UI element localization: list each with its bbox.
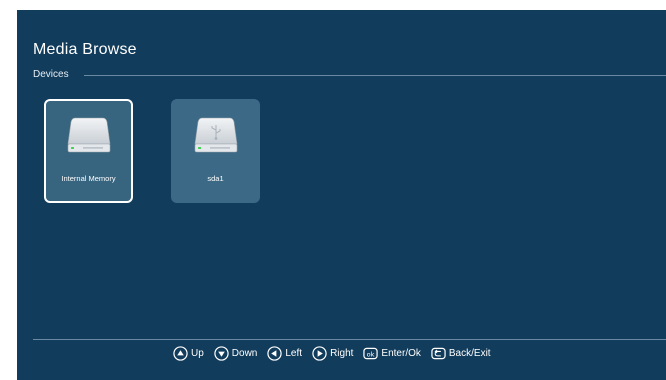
hint-left: Left [267, 345, 303, 361]
down-arrow-icon [214, 345, 229, 361]
device-tile-sda1[interactable]: sda1 [171, 99, 260, 203]
hint-right-label: Right [330, 347, 354, 359]
hint-ok: ok Enter/Ok [363, 346, 421, 361]
devices-section-label: Devices [33, 69, 69, 80]
page-title: Media Browse [33, 41, 137, 58]
hard-drive-icon [67, 117, 111, 153]
left-arrow-icon [267, 345, 283, 361]
hint-back-label: Back/Exit [448, 347, 491, 359]
hint-left-label: Left [285, 347, 303, 359]
up-arrow-icon [173, 345, 188, 361]
device-label: Internal Memory [61, 174, 116, 183]
device-tile-internal-memory[interactable]: Internal Memory [44, 99, 133, 203]
hint-down: Down [214, 345, 258, 361]
ok-key-glyph: ok [367, 350, 375, 358]
media-browse-screen: Media Browse Devices Internal Memory sda… [17, 10, 666, 380]
hint-back: Back/Exit [431, 346, 491, 361]
key-hints-bar: Up Down Left Right ok Enter/Ok Back/Exit [173, 344, 501, 362]
device-label: sda1 [207, 174, 224, 183]
hint-ok-label: Enter/Ok [381, 347, 421, 359]
hint-up-label: Up [191, 347, 204, 359]
usb-drive-icon [194, 117, 238, 153]
ok-key-icon: ok [363, 347, 379, 359]
back-icon [431, 347, 446, 359]
right-arrow-icon [312, 345, 327, 361]
section-divider [84, 75, 666, 76]
footer-divider [33, 339, 666, 340]
hint-up: Up [173, 345, 204, 361]
hint-down-label: Down [231, 347, 258, 359]
hint-right: Right [312, 345, 354, 361]
